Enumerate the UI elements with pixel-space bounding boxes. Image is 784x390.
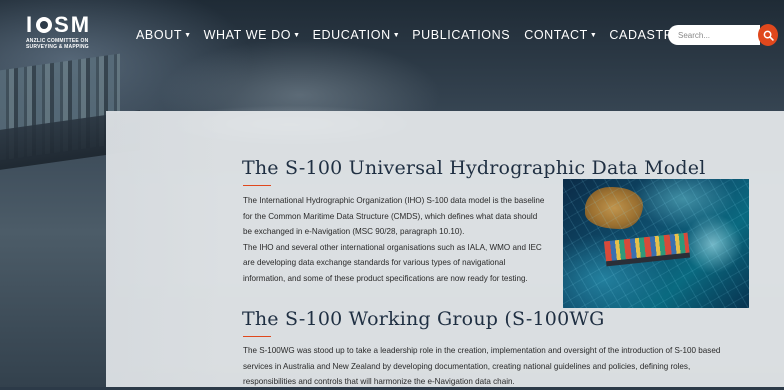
card-shade <box>106 111 226 387</box>
chevron-down-icon: ▼ <box>184 31 192 39</box>
main-nav: ABOUT ▼ WHAT WE DO ▼ EDUCATION ▼ PUBLICA… <box>136 28 727 42</box>
nav-what-we-do[interactable]: WHAT WE DO ▼ <box>204 28 303 42</box>
search-icon <box>763 30 774 41</box>
paragraph-line: for the Common Maritime Data Structure (… <box>243 211 538 221</box>
section-title-s100-model: The S-100 Universal Hydrographic Data Mo… <box>242 157 706 179</box>
section-title-s100-working-group: The S-100 Working Group (S-100WG <box>242 308 605 330</box>
hydrographic-data-image <box>563 179 749 308</box>
logo-letter-i: I <box>26 12 35 37</box>
paragraph-line: information, and some of these product s… <box>243 273 528 283</box>
paragraph-line: The International Hydrographic Organizat… <box>243 196 545 205</box>
paragraph-line: responsibilities and controls that will … <box>243 377 515 387</box>
paragraph-line: are developing data exchange standards f… <box>243 258 506 268</box>
logo-letters-sm: SM <box>54 12 92 37</box>
nav-about[interactable]: ABOUT ▼ <box>136 28 194 42</box>
section-body-s100-working-group: The S-100WG was stood up to take a leade… <box>243 343 720 390</box>
chevron-down-icon: ▼ <box>293 31 301 39</box>
paragraph-line: be exchanged in e-Navigation (MSC 90/28,… <box>243 227 465 237</box>
search-box <box>668 24 778 46</box>
nav-education[interactable]: EDUCATION ▼ <box>313 28 403 42</box>
nav-publications[interactable]: PUBLICATIONS <box>412 28 510 42</box>
logo-wordmark: I SM <box>26 14 96 36</box>
title-underline <box>243 336 271 337</box>
nav-what-we-do-label: WHAT WE DO <box>203 28 292 42</box>
logo-subtitle-line2: SURVEYING & MAPPING <box>26 44 89 50</box>
logo-subtitle: ANZLIC COMMITTEE ON SURVEYING & MAPPING <box>26 38 96 50</box>
chevron-down-icon: ▼ <box>589 31 598 39</box>
title-underline <box>243 185 271 186</box>
section-body-s100-model: The International Hydrographic Organizat… <box>243 193 544 287</box>
globe-icon <box>36 17 53 33</box>
paragraph-line: The S-100WG was stood up to take a leade… <box>243 346 721 355</box>
nav-about-label: ABOUT <box>136 28 183 42</box>
search-button[interactable] <box>758 24 778 46</box>
site-logo[interactable]: I SM ANZLIC COMMITTEE ON SURVEYING & MAP… <box>26 14 96 51</box>
chevron-down-icon: ▼ <box>392 31 401 39</box>
nav-publications-label: PUBLICATIONS <box>412 28 511 42</box>
nav-contact-label: CONTACT <box>524 28 588 42</box>
paragraph-line: The IHO and several other international … <box>243 242 542 252</box>
search-input[interactable] <box>668 25 760 45</box>
nav-education-label: EDUCATION <box>312 28 391 42</box>
paragraph-line: services in Australia and New Zealand by… <box>243 361 691 371</box>
nav-contact[interactable]: CONTACT ▼ <box>524 28 599 42</box>
